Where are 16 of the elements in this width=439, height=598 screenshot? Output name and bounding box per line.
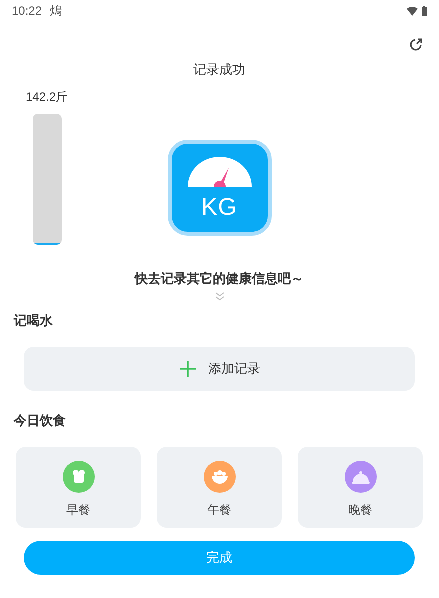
plus-icon [178, 360, 196, 378]
wifi-icon [407, 6, 418, 16]
weight-reading: 142.2斤 [26, 88, 68, 106]
meal-card[interactable]: 晚餐 [298, 447, 423, 528]
page-title: 记录成功 [194, 61, 246, 79]
status-time: 10:22 [12, 3, 42, 20]
meal-card[interactable]: 午餐 [157, 447, 282, 528]
section-heading: 记喝水 [14, 313, 53, 328]
notification-glyph: 熓 [50, 3, 62, 20]
prompt-text: 快去记录其它的健康信息吧～ [135, 270, 304, 288]
section-heading: 今日饮食 [14, 413, 66, 428]
meal-card[interactable]: 早餐 [16, 447, 141, 528]
battery-icon [422, 6, 427, 16]
add-record-button[interactable]: 添加记录 [24, 347, 415, 391]
scale-icon: KG [168, 140, 272, 236]
share-icon[interactable] [409, 38, 423, 52]
